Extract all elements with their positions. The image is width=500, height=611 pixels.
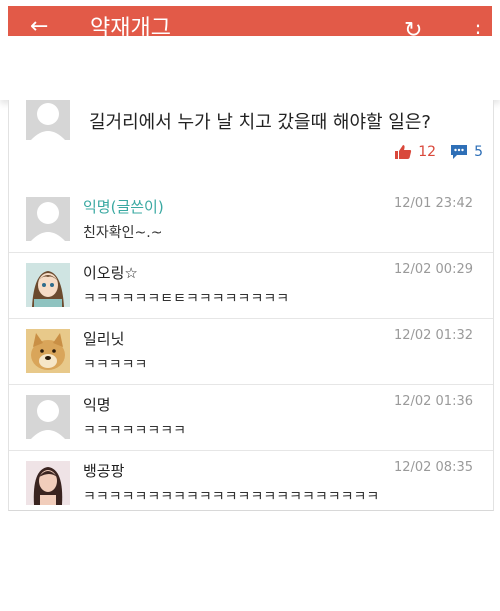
comment-item: 일리닛 12/02 01:32 ㅋㅋㅋㅋㅋ	[9, 318, 493, 385]
post-text: 길거리에서 누가 날 치고 갔을때 해야할 일은?	[89, 112, 431, 133]
app-bar: ← 약재개그 ↻ ⋮	[8, 6, 492, 40]
post-stats: 12 5	[394, 144, 483, 160]
comment-author: 익명(글쓴이)	[83, 198, 164, 216]
avatar	[26, 197, 70, 241]
default-avatar-icon	[26, 100, 70, 140]
comment-text: ㅋㅋㅋㅋㅋ	[83, 357, 148, 373]
like-count: 12	[418, 144, 437, 160]
comment-bubble-icon[interactable]	[450, 144, 468, 160]
thumbs-up-icon[interactable]	[394, 144, 412, 160]
comment-count: 5	[474, 144, 483, 160]
comment-author: 뱅공팡	[83, 462, 125, 480]
comment-time: 12/02 01:32	[393, 328, 473, 343]
comment-item: 익명 12/02 01:36 ㅋㅋㅋㅋㅋㅋㅋㅋ	[9, 384, 493, 451]
comment-item: 뱅공팡 12/02 08:35 ㅋㅋㅋㅋㅋㅋㅋㅋㅋㅋㅋㅋㅋㅋㅋㅋㅋㅋㅋㅋㅋㅋㅋ	[9, 450, 493, 510]
avatar	[26, 395, 70, 439]
comment-time: 12/01 23:42	[393, 196, 473, 211]
anime-girl-avatar-icon	[26, 263, 70, 307]
avatar	[26, 100, 70, 140]
default-avatar-icon	[26, 395, 70, 439]
default-avatar-icon	[26, 197, 70, 241]
comment-item: 익명(글쓴이) 12/01 23:42 친자확인~.~	[9, 186, 493, 253]
comment-time: 12/02 00:29	[393, 262, 473, 277]
woman-photo-avatar-icon	[26, 461, 70, 505]
comment-text: ㅋㅋㅋㅋㅋㅋㅋㅋㅋㅋㅋㅋㅋㅋㅋㅋㅋㅋㅋㅋㅋㅋㅋ	[83, 489, 380, 505]
comment-time: 12/02 08:35	[393, 460, 473, 475]
comment-list: 익명(글쓴이) 12/01 23:42 친자확인~.~ 이오링☆ 12/02 0…	[8, 186, 494, 511]
comment-author: 익명	[83, 396, 111, 414]
comment-text: ㅋㅋㅋㅋㅋㅋㅌㅌㅋㅋㅋㅋㅋㅋㅋㅋ	[83, 291, 290, 307]
avatar	[26, 329, 70, 373]
comment-author: 일리닛	[83, 330, 125, 348]
avatar	[26, 461, 70, 505]
comment-text: ㅋㅋㅋㅋㅋㅋㅋㅋ	[83, 423, 187, 439]
white-overlay	[0, 36, 500, 100]
back-arrow-icon[interactable]: ←	[30, 16, 48, 38]
comment-item: 이오링☆ 12/02 00:29 ㅋㅋㅋㅋㅋㅋㅌㅌㅋㅋㅋㅋㅋㅋㅋㅋ	[9, 252, 493, 319]
post-card: 길거리에서 누가 날 치고 갔을때 해야할 일은? 12 5	[8, 100, 494, 187]
comment-text: 친자확인~.~	[83, 225, 163, 241]
comment-author: 이오링☆	[83, 264, 138, 282]
doge-avatar-icon	[26, 329, 70, 373]
comment-time: 12/02 01:36	[393, 394, 473, 409]
avatar	[26, 263, 70, 307]
